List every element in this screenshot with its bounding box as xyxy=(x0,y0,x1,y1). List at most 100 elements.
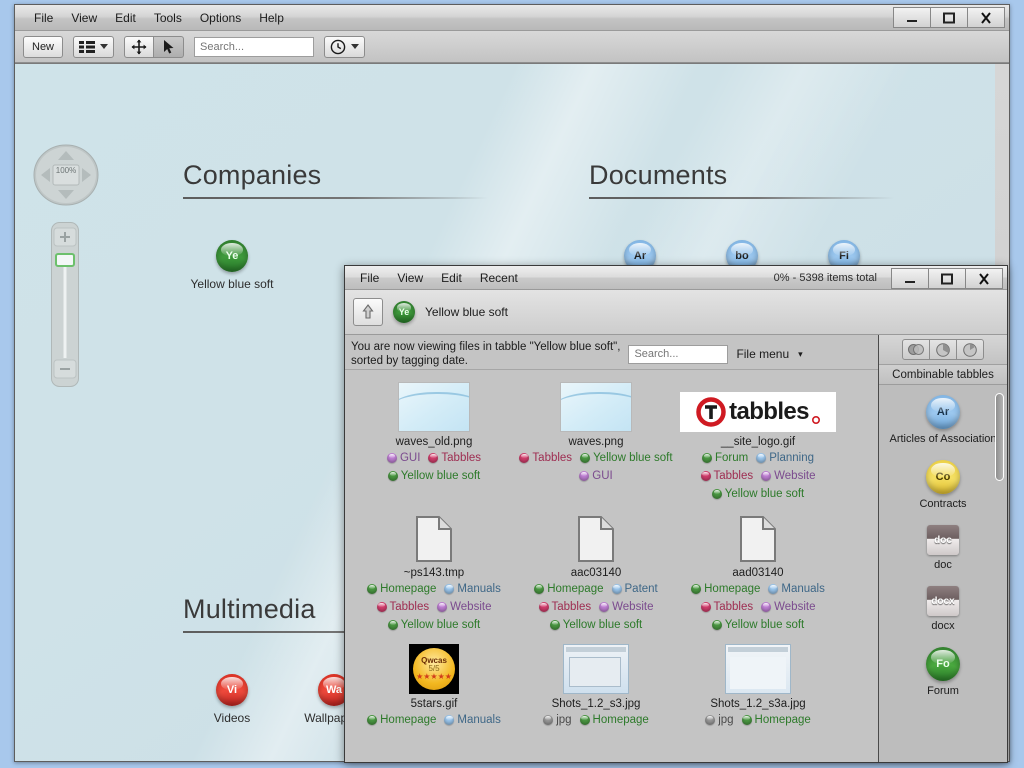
file-tag[interactable]: Website xyxy=(761,469,815,483)
panel-items-list[interactable]: Ar Articles of Association Co Contracts … xyxy=(879,385,1007,762)
file-tag[interactable]: Tabbles xyxy=(701,600,754,614)
menu-options[interactable]: Options xyxy=(191,8,250,28)
file-tag[interactable]: jpg xyxy=(543,713,571,727)
tag-dot-icon xyxy=(388,620,398,630)
menu-tools[interactable]: Tools xyxy=(145,8,191,28)
files-menu-file[interactable]: File xyxy=(351,268,388,288)
file-thumbnail xyxy=(679,642,837,694)
file-tag[interactable]: Yellow blue soft xyxy=(388,469,481,483)
file-item[interactable]: ~ps143.tmp Homepage Manuals Tabbles Webs… xyxy=(353,507,515,638)
pointer-tool-button[interactable] xyxy=(154,36,184,58)
file-tag[interactable]: Planning xyxy=(756,451,814,465)
move-tool-button[interactable] xyxy=(124,36,154,58)
file-tag[interactable]: Homepage xyxy=(367,582,436,596)
file-item[interactable]: aad03140 Homepage Manuals Tabbles Websit… xyxy=(677,507,839,638)
zoom-slider[interactable] xyxy=(51,222,79,387)
panel-item-forum[interactable]: Fo Forum xyxy=(879,647,1007,698)
file-tag[interactable]: Patent xyxy=(612,582,658,596)
panel-item-articles-of-association[interactable]: Ar Articles of Association xyxy=(879,395,1007,446)
history-dropdown[interactable] xyxy=(324,36,365,58)
file-item[interactable]: Qwcas 5/5 ★★★★★ 5stars.gif Homepage Manu… xyxy=(353,638,515,733)
file-tag[interactable]: GUI xyxy=(579,469,612,483)
file-tag[interactable]: Tabbles xyxy=(701,469,754,483)
file-tag[interactable]: Website xyxy=(599,600,653,614)
file-item[interactable]: waves.png Tabbles Yellow blue soft GUI xyxy=(515,376,677,507)
breadcrumb-tabble-icon[interactable]: Ye xyxy=(393,301,415,323)
files-search-input[interactable] xyxy=(628,345,728,364)
file-grid-inner: waves_old.png GUI Tabbles Yellow blue so… xyxy=(345,376,878,733)
panel-item-docx[interactable]: docx docx xyxy=(879,586,1007,633)
tag-label: Tabbles xyxy=(441,451,481,465)
file-tag[interactable]: Manuals xyxy=(444,713,500,727)
file-tag[interactable]: Homepage xyxy=(367,713,436,727)
panel-item-contracts[interactable]: Co Contracts xyxy=(879,460,1007,511)
maximize-button[interactable] xyxy=(930,7,968,28)
file-menu-dropdown[interactable]: File menu ▾ xyxy=(736,347,802,361)
file-tag[interactable]: Yellow blue soft xyxy=(550,618,643,632)
panel-header: Combinable tabbles xyxy=(879,365,1007,385)
file-tags: Homepage Manuals Tabbles Website Yellow … xyxy=(679,582,837,632)
minimize-button[interactable] xyxy=(893,7,931,28)
files-menu-edit[interactable]: Edit xyxy=(432,268,471,288)
file-name: 5stars.gif xyxy=(355,697,513,711)
file-tag[interactable]: Manuals xyxy=(768,582,824,596)
tag-dot-icon xyxy=(377,602,387,612)
new-button[interactable]: New xyxy=(23,36,63,58)
files-close-button[interactable] xyxy=(965,268,1003,289)
files-menu-view[interactable]: View xyxy=(388,268,432,288)
menu-edit[interactable]: Edit xyxy=(106,8,145,28)
pie-segment-button[interactable] xyxy=(929,339,957,360)
pie-clock-icon xyxy=(962,342,978,358)
file-tag[interactable]: Manuals xyxy=(444,582,500,596)
file-tag[interactable]: jpg xyxy=(705,713,733,727)
file-tag[interactable]: Homepage xyxy=(534,582,603,596)
file-item[interactable]: Shots_1.2_s3a.jpg jpg Homepage xyxy=(677,638,839,733)
file-item[interactable]: waves_old.png GUI Tabbles Yellow blue so… xyxy=(353,376,515,507)
file-item[interactable]: tabbles __site_logo.gif Forum Planning T… xyxy=(677,376,839,507)
pie-clock-button[interactable] xyxy=(956,339,984,360)
close-button[interactable] xyxy=(967,7,1005,28)
file-grid[interactable]: waves_old.png GUI Tabbles Yellow blue so… xyxy=(345,370,878,762)
files-menu-recent[interactable]: Recent xyxy=(471,268,527,288)
file-tag[interactable]: Tabbles xyxy=(539,600,592,614)
file-tag[interactable]: Tabbles xyxy=(428,451,481,465)
files-maximize-button[interactable] xyxy=(928,268,966,289)
menu-view[interactable]: View xyxy=(62,8,106,28)
files-window-titlebar: File View Edit Recent 0% - 5398 items to… xyxy=(345,266,1007,290)
panel-item-label: Forum xyxy=(879,685,1007,698)
go-up-button[interactable] xyxy=(353,298,383,326)
panel-item-label: Contracts xyxy=(879,498,1007,511)
files-minimize-button[interactable] xyxy=(891,268,929,289)
tag-label: Homepage xyxy=(380,713,436,727)
panel-vertical-scrollbar[interactable] xyxy=(995,393,1004,481)
menu-file[interactable]: File xyxy=(25,8,62,28)
file-thumbnail xyxy=(517,380,675,432)
tabble-yellow-blue-soft[interactable]: Ye Yellow blue soft xyxy=(172,240,292,292)
venn-overlap-button[interactable] xyxy=(902,339,930,360)
file-tag[interactable]: Forum xyxy=(702,451,748,465)
tag-label: Homepage xyxy=(547,582,603,596)
file-tag[interactable]: Homepage xyxy=(580,713,649,727)
file-item[interactable]: aac03140 Homepage Patent Tabbles Website… xyxy=(515,507,677,638)
file-tag[interactable]: Yellow blue soft xyxy=(712,618,805,632)
chevron-down-icon: ▾ xyxy=(798,349,803,360)
file-tag[interactable]: Yellow blue soft xyxy=(712,487,805,501)
file-tag[interactable]: Yellow blue soft xyxy=(580,451,673,465)
file-tag[interactable]: Tabbles xyxy=(377,600,430,614)
file-tag[interactable]: GUI xyxy=(387,451,420,465)
file-tag[interactable]: Website xyxy=(761,600,815,614)
view-mode-dropdown[interactable] xyxy=(73,36,114,58)
file-tag[interactable]: Yellow blue soft xyxy=(388,618,481,632)
file-tag[interactable]: Homepage xyxy=(691,582,760,596)
file-tag[interactable]: Website xyxy=(437,600,491,614)
file-thumbnail xyxy=(679,511,837,563)
tag-label: Planning xyxy=(769,451,814,465)
panel-item-doc[interactable]: doc doc xyxy=(879,525,1007,572)
menu-help[interactable]: Help xyxy=(250,8,293,28)
image-waves-icon xyxy=(560,382,632,432)
file-tag[interactable]: Tabbles xyxy=(519,451,572,465)
zoom-navigation-pad[interactable]: 100% xyxy=(33,144,99,206)
search-input[interactable] xyxy=(194,37,314,57)
file-item[interactable]: Shots_1.2_s3.jpg jpg Homepage xyxy=(515,638,677,733)
file-tag[interactable]: Homepage xyxy=(742,713,811,727)
